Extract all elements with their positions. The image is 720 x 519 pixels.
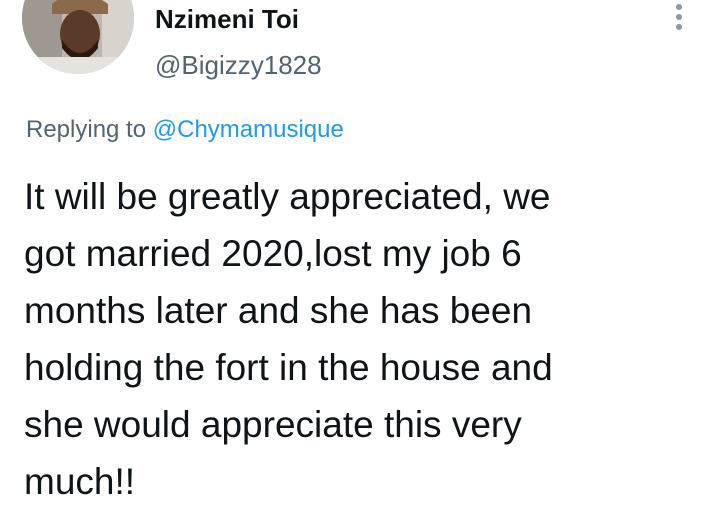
tweet-text-line: holding the fort in the house and [24, 347, 553, 388]
tweet-text-line: It will be greatly appreciated, we [24, 176, 551, 217]
replying-to: Replying to @Chymamusique [26, 116, 344, 144]
display-name[interactable]: Nzimeni Toi [155, 4, 299, 35]
more-vertical-icon[interactable] [664, 0, 694, 36]
reply-mention-link[interactable]: @Chymamusique [153, 116, 344, 143]
tweet-text-line: got married 2020,lost my job 6 [24, 233, 522, 274]
avatar[interactable] [22, 0, 134, 74]
menu-dot [676, 14, 682, 20]
tweet-text: It will be greatly appreciated, we got m… [24, 168, 704, 510]
menu-dot [676, 4, 682, 10]
user-handle[interactable]: @Bigizzy1828 [155, 50, 322, 81]
tweet-text-line: she would appreciate this very [24, 404, 522, 445]
replying-to-label: Replying to [26, 116, 147, 143]
tweet-text-line: months later and she has been [24, 290, 533, 331]
menu-dot [676, 24, 682, 30]
tweet-text-line: much!! [24, 461, 136, 502]
avatar-photo [22, 0, 134, 74]
